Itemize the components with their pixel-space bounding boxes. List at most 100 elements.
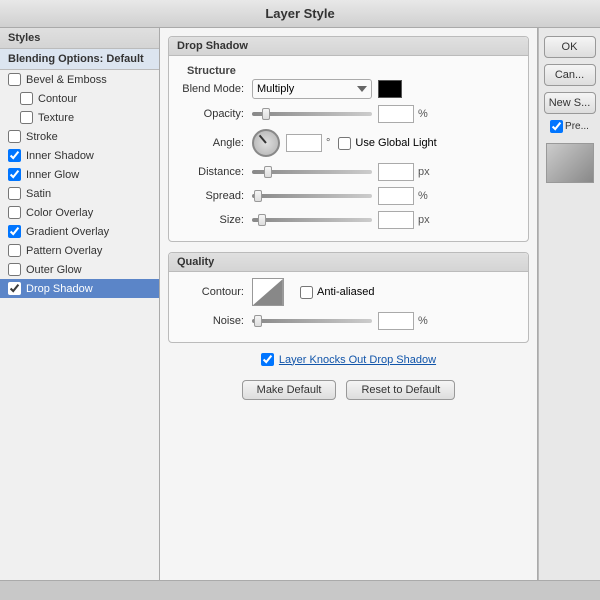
distance-slider[interactable] <box>252 170 372 174</box>
opacity-input[interactable]: 15 <box>378 105 414 123</box>
sidebar-item-texture[interactable]: Texture <box>0 108 159 127</box>
sidebar-item-color-overlay[interactable]: Color Overlay <box>0 203 159 222</box>
knock-out-checkbox[interactable] <box>261 353 274 366</box>
noise-slider-thumb[interactable] <box>254 315 262 327</box>
dialog-title: Layer Style <box>265 6 334 21</box>
distance-label: Distance: <box>179 166 244 178</box>
angle-dial[interactable] <box>252 129 280 157</box>
label-outer-glow: Outer Glow <box>26 264 82 276</box>
label-stroke: Stroke <box>26 131 58 143</box>
label-satin: Satin <box>26 188 51 200</box>
opacity-unit: % <box>418 108 428 120</box>
noise-slider[interactable] <box>252 319 372 323</box>
contour-row: Contour: Anti-aliased <box>179 278 518 306</box>
label-texture: Texture <box>38 112 74 124</box>
global-light-checkbox[interactable] <box>338 137 351 150</box>
blending-options-item[interactable]: Blending Options: Default <box>0 49 159 70</box>
right-panel: OK Can... New S... Pre... <box>538 28 600 580</box>
checkbox-outer-glow[interactable] <box>8 263 21 276</box>
checkbox-bevel-emboss[interactable] <box>8 73 21 86</box>
noise-row: Noise: 0 % <box>179 312 518 330</box>
label-gradient-overlay: Gradient Overlay <box>26 226 109 238</box>
bottom-buttons: Make Default Reset to Default <box>168 372 529 404</box>
ok-button[interactable]: OK <box>544 36 596 58</box>
anti-aliased-checkbox[interactable] <box>300 286 313 299</box>
checkbox-satin[interactable] <box>8 187 21 200</box>
sidebar-item-satin[interactable]: Satin <box>0 184 159 203</box>
size-input[interactable]: 1 <box>378 211 414 229</box>
anti-aliased-label[interactable]: Anti-aliased <box>300 286 374 299</box>
checkbox-pattern-overlay[interactable] <box>8 244 21 257</box>
spread-slider[interactable] <box>252 194 372 198</box>
sidebar-item-outer-glow[interactable]: Outer Glow <box>0 260 159 279</box>
spread-unit: % <box>418 190 428 202</box>
checkbox-gradient-overlay[interactable] <box>8 225 21 238</box>
size-slider-thumb[interactable] <box>258 214 266 226</box>
contour-thumbnail[interactable] <box>252 278 284 306</box>
sidebar-item-drop-shadow[interactable]: Drop Shadow <box>0 279 159 298</box>
knock-out-label[interactable]: Layer Knocks Out Drop Shadow <box>279 354 436 366</box>
size-unit: px <box>418 214 430 226</box>
sidebar-item-bevel-emboss[interactable]: Bevel & Emboss <box>0 70 159 89</box>
checkbox-drop-shadow[interactable] <box>8 282 21 295</box>
cancel-button[interactable]: Can... <box>544 64 596 86</box>
distance-unit: px <box>418 166 430 178</box>
global-light-label[interactable]: Use Global Light <box>338 137 436 150</box>
sidebar-item-inner-glow[interactable]: Inner Glow <box>0 165 159 184</box>
quality-section: Quality Contour: Anti-aliased <box>168 252 529 343</box>
reset-default-button[interactable]: Reset to Default <box>346 380 455 400</box>
structure-body: Structure Blend Mode: Multiply Opacity: … <box>169 56 528 241</box>
bottom-bar <box>0 580 600 600</box>
spread-input[interactable]: 0 <box>378 187 414 205</box>
opacity-label: Opacity: <box>179 108 244 120</box>
checkbox-inner-shadow[interactable] <box>8 149 21 162</box>
opacity-slider[interactable] <box>252 112 372 116</box>
opacity-slider-thumb[interactable] <box>262 108 270 120</box>
blend-color-swatch[interactable] <box>378 80 402 98</box>
sidebar-item-inner-shadow[interactable]: Inner Shadow <box>0 146 159 165</box>
label-bevel-emboss: Bevel & Emboss <box>26 74 107 86</box>
angle-row: Angle: 50 ° Use Global Light <box>179 129 518 157</box>
angle-input[interactable]: 50 <box>286 134 322 152</box>
size-label: Size: <box>179 214 244 226</box>
new-style-button[interactable]: New S... <box>544 92 596 114</box>
distance-input[interactable]: 2 <box>378 163 414 181</box>
noise-input[interactable]: 0 <box>378 312 414 330</box>
size-row: Size: 1 px <box>179 211 518 229</box>
spread-label: Spread: <box>179 190 244 202</box>
preview-label: Pre... <box>565 121 589 132</box>
preview-checkbox-row: Pre... <box>550 120 589 133</box>
middle-panel: Drop Shadow Structure Blend Mode: Multip… <box>160 28 538 580</box>
spread-row: Spread: 0 % <box>179 187 518 205</box>
preview-checkbox[interactable] <box>550 120 563 133</box>
drop-shadow-section: Drop Shadow Structure Blend Mode: Multip… <box>168 36 529 242</box>
anti-aliased-text: Anti-aliased <box>317 286 374 298</box>
blend-mode-row: Blend Mode: Multiply <box>179 79 518 99</box>
sidebar-item-contour[interactable]: Contour <box>0 89 159 108</box>
distance-slider-thumb[interactable] <box>264 166 272 178</box>
left-panel: Styles Blending Options: Default Bevel &… <box>0 28 160 580</box>
sidebar-item-pattern-overlay[interactable]: Pattern Overlay <box>0 241 159 260</box>
angle-needle <box>259 135 267 144</box>
noise-unit: % <box>418 315 428 327</box>
angle-unit: ° <box>326 137 330 149</box>
checkbox-texture[interactable] <box>20 111 33 124</box>
angle-label: Angle: <box>179 137 244 149</box>
checkbox-inner-glow[interactable] <box>8 168 21 181</box>
spread-slider-thumb[interactable] <box>254 190 262 202</box>
blend-mode-select[interactable]: Multiply <box>252 79 372 99</box>
contour-label: Contour: <box>179 286 244 298</box>
checkbox-color-overlay[interactable] <box>8 206 21 219</box>
drop-shadow-title: Drop Shadow <box>169 37 528 56</box>
label-inner-shadow: Inner Shadow <box>26 150 94 162</box>
sidebar-item-gradient-overlay[interactable]: Gradient Overlay <box>0 222 159 241</box>
checkbox-contour[interactable] <box>20 92 33 105</box>
make-default-button[interactable]: Make Default <box>242 380 337 400</box>
label-inner-glow: Inner Glow <box>26 169 79 181</box>
sidebar-item-stroke[interactable]: Stroke <box>0 127 159 146</box>
checkbox-stroke[interactable] <box>8 130 21 143</box>
preview-thumbnail <box>546 143 594 183</box>
style-list: Bevel & Emboss Contour Texture Stroke Inner … <box>0 70 159 580</box>
knock-out-row: Layer Knocks Out Drop Shadow <box>168 353 529 366</box>
size-slider[interactable] <box>252 218 372 222</box>
